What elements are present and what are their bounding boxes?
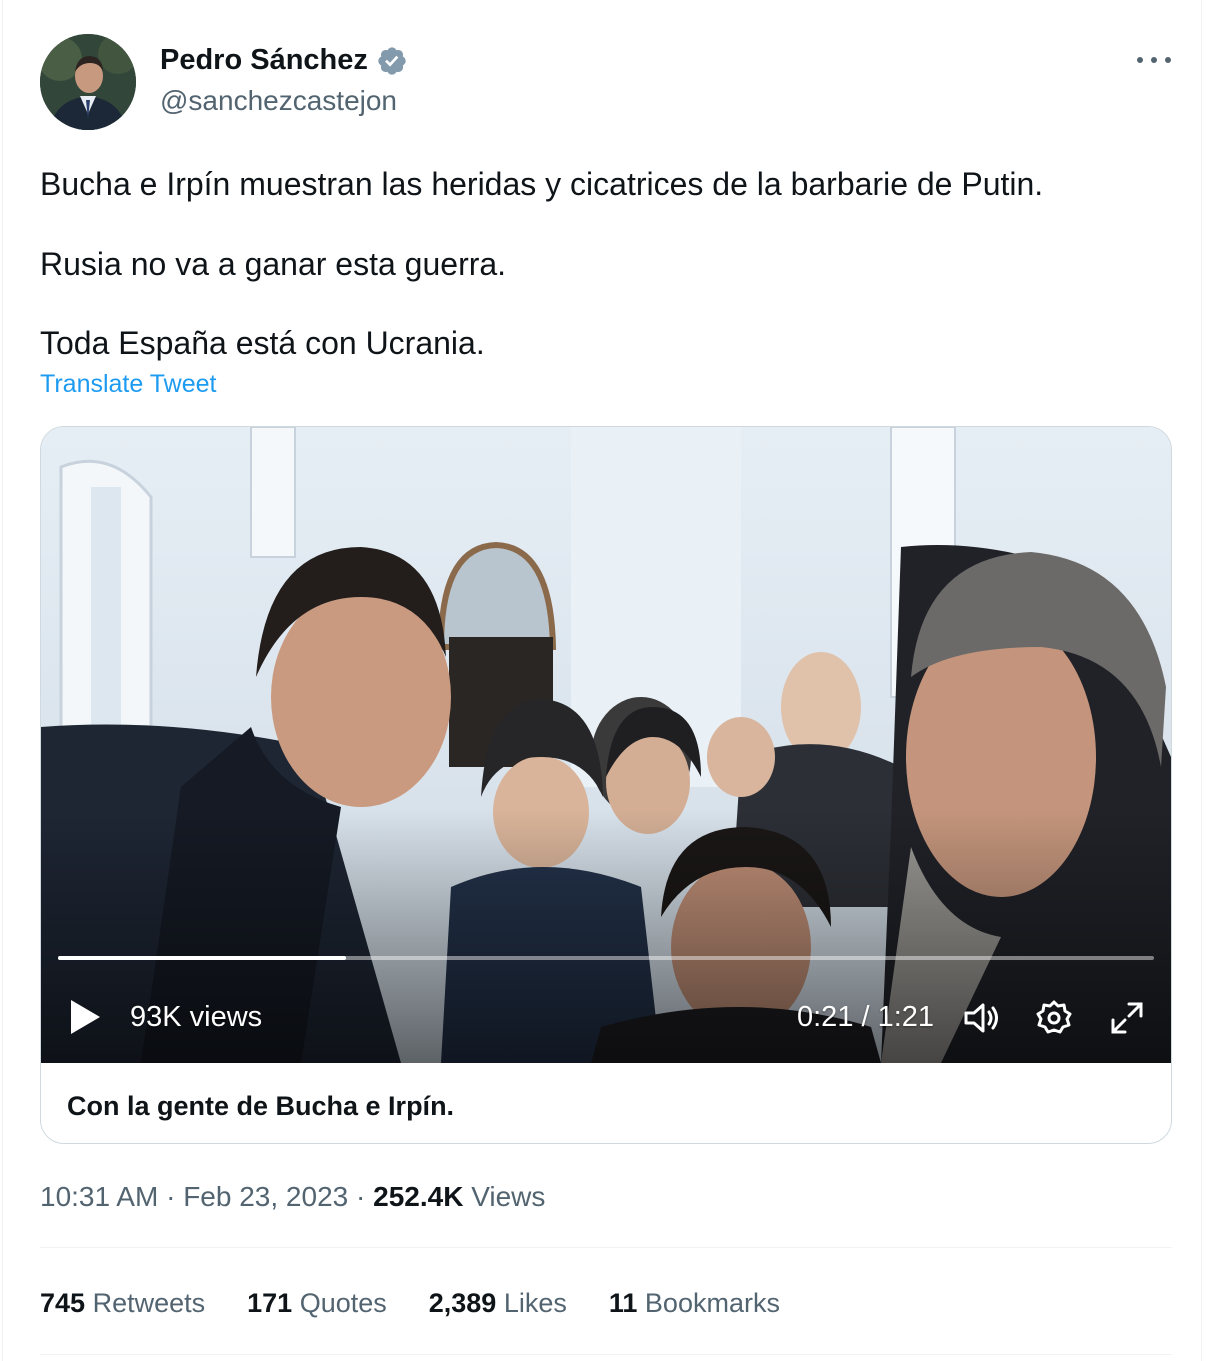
views-label: Views xyxy=(463,1181,546,1212)
tweet-time[interactable]: 10:31 AM xyxy=(40,1181,158,1213)
video-frame-image xyxy=(41,427,1171,1063)
divider xyxy=(40,1247,1172,1248)
tweet-card: Pedro Sánchez @sanchezcastejon Bucha e I… xyxy=(2,0,1202,1361)
stat-label: Bookmarks xyxy=(637,1288,780,1318)
translate-tweet-link[interactable]: Translate Tweet xyxy=(40,370,216,399)
video-player[interactable]: 93K views 0:21 / 1:21 xyxy=(41,427,1171,1063)
tweet-date[interactable]: Feb 23, 2023 xyxy=(183,1181,348,1213)
stat-quotes[interactable]: 171 Quotes xyxy=(247,1288,387,1319)
tweet-text-line-1: Bucha e Irpín muestran las heridas y cic… xyxy=(40,166,1044,202)
video-progress-fill xyxy=(58,956,347,960)
author-handle[interactable]: @sanchezcastejon xyxy=(160,85,397,117)
stat-retweets[interactable]: 745 Retweets xyxy=(40,1288,205,1319)
author-avatar[interactable] xyxy=(40,34,136,130)
tweet-text-line-3: Toda España está con Ucrania. xyxy=(40,325,485,361)
stat-likes[interactable]: 2,389 Likes xyxy=(429,1288,567,1319)
stat-number: 745 xyxy=(40,1288,86,1318)
meta-separator: · xyxy=(348,1181,374,1212)
video-views: 93K views xyxy=(130,1001,263,1033)
stat-label: Likes xyxy=(496,1288,567,1318)
video-progress-track[interactable] xyxy=(58,956,1154,960)
video-time: 0:21 / 1:21 xyxy=(797,1001,935,1033)
stat-number: 11 xyxy=(608,1288,638,1318)
stat-number: 2,389 xyxy=(428,1288,497,1318)
stat-bookmarks[interactable]: 11 Bookmarks xyxy=(609,1288,780,1319)
more-options-icon[interactable] xyxy=(1137,46,1171,74)
stat-label: Quotes xyxy=(292,1288,387,1318)
settings-gear-icon[interactable] xyxy=(1034,998,1074,1038)
video-card[interactable]: 93K views 0:21 / 1:21 Con la gente de Bu… xyxy=(40,426,1172,1144)
tweet-meta: 10:31 AM · Feb 23, 2023 · 252.4K Views xyxy=(40,1181,545,1213)
engagement-stats: 745 Retweets 171 Quotes 2,389 Likes 11 B… xyxy=(40,1288,822,1319)
stat-number: 171 xyxy=(247,1288,293,1318)
views-count: 252.4K xyxy=(373,1181,464,1212)
meta-separator: · xyxy=(158,1181,184,1212)
tweet-text-line-2: Rusia no va a ganar esta guerra. xyxy=(40,246,507,282)
author-name-row[interactable]: Pedro Sánchez xyxy=(160,44,408,77)
author-name[interactable]: Pedro Sánchez xyxy=(160,44,368,77)
stat-label: Retweets xyxy=(85,1288,206,1318)
fullscreen-icon[interactable] xyxy=(1107,998,1147,1038)
volume-icon[interactable] xyxy=(961,998,1001,1038)
video-caption[interactable]: Con la gente de Bucha e Irpín. xyxy=(67,1091,454,1122)
divider xyxy=(40,1354,1172,1355)
verified-badge-icon xyxy=(378,46,406,75)
play-icon[interactable] xyxy=(67,997,103,1037)
